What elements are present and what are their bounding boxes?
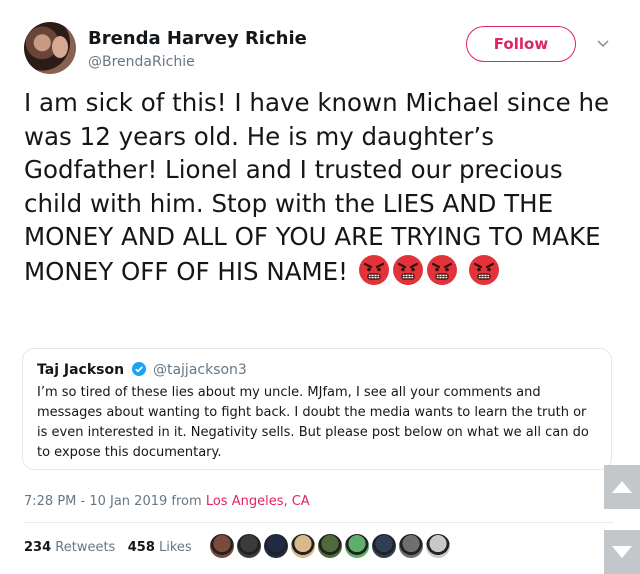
quoted-author-name: Taj Jackson <box>37 362 125 378</box>
tweet-body: I am sick of this! I have known Michael … <box>24 86 624 288</box>
retweets-label[interactable]: Retweets <box>55 540 115 555</box>
tweet-header: Brenda Harvey Richie @BrendaRichie Follo… <box>24 22 624 78</box>
angry-face-icon <box>358 254 389 285</box>
timestamp[interactable]: 7:28 PM - 10 Jan 2019 <box>24 494 167 509</box>
author-avatar[interactable] <box>24 22 76 74</box>
divider <box>24 522 614 523</box>
tweet-text: I am sick of this! I have known Michael … <box>24 88 610 286</box>
quoted-tweet-header: Taj Jackson @tajjackson3 <box>37 361 597 379</box>
liker-avatar[interactable] <box>345 534 369 558</box>
tweet-stats: 234 Retweets 458 Likes <box>24 540 192 555</box>
follow-button[interactable]: Follow <box>466 26 576 62</box>
emoji-group <box>348 254 500 286</box>
author-handle[interactable]: @BrendaRichie <box>88 54 195 70</box>
liker-avatar[interactable] <box>237 534 261 558</box>
liker-avatar[interactable] <box>399 534 423 558</box>
chevron-down-icon[interactable] <box>596 36 610 50</box>
angry-face-icon <box>468 254 499 285</box>
liker-avatar[interactable] <box>372 534 396 558</box>
tweet-meta: 7:28 PM - 10 Jan 2019 from Los Angeles, … <box>24 494 310 509</box>
location-link[interactable]: Los Angeles, CA <box>206 494 310 509</box>
retweets-count[interactable]: 234 <box>24 540 51 555</box>
author-name[interactable]: Brenda Harvey Richie <box>88 28 307 49</box>
liker-avatar[interactable] <box>210 534 234 558</box>
angry-face-icon <box>392 254 423 285</box>
liker-avatars <box>210 534 450 560</box>
liker-avatar[interactable] <box>426 534 450 558</box>
quoted-tweet[interactable]: Taj Jackson @tajjackson3 I’m so tired of… <box>22 348 612 470</box>
liker-avatar[interactable] <box>264 534 288 558</box>
likes-label[interactable]: Likes <box>159 540 192 555</box>
quoted-author-handle: @tajjackson3 <box>152 362 247 378</box>
quoted-tweet-text: I’m so tired of these lies about my uncl… <box>37 385 589 460</box>
liker-avatar[interactable] <box>291 534 315 558</box>
scroll-down-icon[interactable] <box>604 530 640 574</box>
angry-face-icon <box>426 254 457 285</box>
verified-badge-icon <box>131 362 146 376</box>
liker-avatar[interactable] <box>318 534 342 558</box>
likes-count[interactable]: 458 <box>128 540 155 555</box>
scroll-up-icon[interactable] <box>604 465 640 509</box>
from-label: from <box>171 494 202 509</box>
